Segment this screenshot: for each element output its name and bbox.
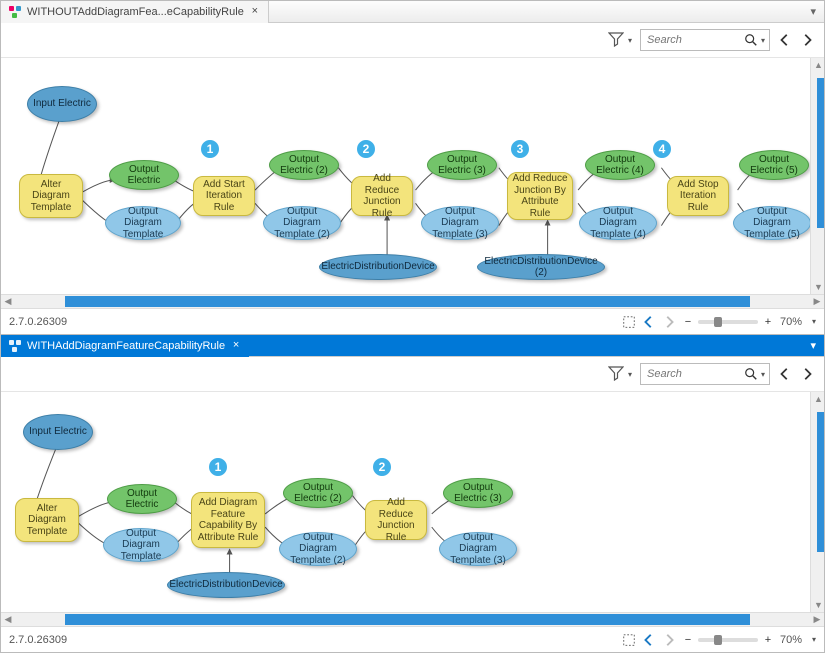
search-caret-icon[interactable]: ▾ [761, 36, 765, 45]
badge-2: 2 [371, 456, 393, 478]
search-icon[interactable] [744, 33, 758, 47]
history-back-icon[interactable] [642, 315, 656, 329]
zoom-caret-icon[interactable]: ▾ [812, 635, 816, 644]
canvas-outer-1: Input Electric Alter Diagram Template Ou… [1, 58, 824, 294]
fit-icon[interactable] [622, 315, 636, 329]
node-output-diagram-template-3[interactable]: Output Diagram Template (3) [421, 206, 499, 240]
tabbar-1: WITHOUTAddDiagramFea...eCapabilityRule ×… [1, 1, 824, 23]
diagram-canvas-1[interactable]: Input Electric Alter Diagram Template Ou… [1, 58, 824, 294]
node-rule-1[interactable]: Add Start Iteration Rule [193, 176, 255, 216]
toolbar-2: ▾ ▾ [1, 357, 824, 392]
node-edd[interactable]: ElectricDistributionDevice [319, 254, 437, 280]
node-output-diagram-template-2[interactable]: Output Diagram Template (2) [263, 206, 341, 240]
tab-without[interactable]: WITHOUTAddDiagramFea...eCapabilityRule × [1, 1, 269, 23]
node-input-electric[interactable]: Input Electric [23, 414, 93, 450]
badge-1: 1 [207, 456, 229, 478]
node-rule-3[interactable]: Add Reduce Junction By Attribute Rule [507, 172, 573, 220]
model-icon [9, 6, 21, 18]
search-caret-icon[interactable]: ▾ [761, 370, 765, 379]
tab-title: WITHAddDiagramFeatureCapabilityRule [27, 340, 225, 352]
node-output-electric-2[interactable]: Output Electric (2) [283, 478, 353, 508]
node-output-electric-3[interactable]: Output Electric (3) [427, 150, 497, 180]
zoom-out-icon[interactable]: − [682, 634, 694, 646]
tabbar-2: WITHAddDiagramFeatureCapabilityRule × ▾ [1, 335, 824, 357]
model-icon [9, 340, 21, 352]
badge-4: 4 [651, 138, 673, 160]
tabbar-chevron-down-icon[interactable]: ▾ [802, 339, 824, 352]
version-text: 2.7.0.26309 [9, 316, 67, 328]
nav-next-icon[interactable] [800, 33, 814, 47]
tabbar-chevron-down-icon[interactable]: ▾ [802, 5, 824, 18]
vscrollbar-1[interactable]: ▲ ▼ [810, 58, 824, 294]
node-output-electric-3[interactable]: Output Electric (3) [443, 478, 513, 508]
nav-next-icon[interactable] [800, 367, 814, 381]
node-output-diagram-template-2[interactable]: Output Diagram Template (2) [279, 532, 357, 566]
nav-prev-icon[interactable] [778, 367, 792, 381]
canvas-outer-2: Input Electric Alter Diagram Template Ou… [1, 392, 824, 612]
node-output-electric[interactable]: Output Electric [109, 160, 179, 190]
node-rule-2[interactable]: Add Reduce Junction Rule [351, 176, 413, 216]
diagram-canvas-2[interactable]: Input Electric Alter Diagram Template Ou… [1, 392, 824, 612]
hscrollbar-2[interactable]: ◀ ▶ [1, 612, 824, 626]
badge-3: 3 [509, 138, 531, 160]
hscrollbar-1[interactable]: ◀ ▶ [1, 294, 824, 308]
zoom-value: 70% [780, 316, 802, 328]
filter-caret-icon[interactable]: ▾ [628, 36, 632, 45]
search-icon[interactable] [744, 367, 758, 381]
node-output-diagram-template-3[interactable]: Output Diagram Template (3) [439, 532, 517, 566]
node-output-diagram-template-5[interactable]: Output Diagram Template (5) [733, 206, 811, 240]
funnel-icon [608, 365, 624, 381]
node-output-electric-4[interactable]: Output Electric (4) [585, 150, 655, 180]
nav-prev-icon[interactable] [778, 33, 792, 47]
close-icon[interactable]: × [250, 7, 260, 17]
filter-button[interactable] [608, 31, 624, 50]
node-edd-2[interactable]: ElectricDistributionDevice (2) [477, 254, 605, 280]
history-fwd-icon[interactable] [662, 633, 676, 647]
funnel-icon [608, 31, 624, 47]
zoom-in-icon[interactable]: + [762, 316, 774, 328]
node-input-electric[interactable]: Input Electric [27, 86, 97, 122]
zoom-control[interactable]: − + [682, 316, 774, 328]
zoom-control[interactable]: − + [682, 634, 774, 646]
node-rule-2[interactable]: Add Reduce Junction Rule [365, 500, 427, 540]
badge-2: 2 [355, 138, 377, 160]
search-input[interactable] [645, 33, 744, 47]
history-fwd-icon[interactable] [662, 315, 676, 329]
node-output-diagram-template-4[interactable]: Output Diagram Template (4) [579, 206, 657, 240]
tab-title: WITHOUTAddDiagramFea...eCapabilityRule [27, 6, 244, 18]
node-alter-template[interactable]: Alter Diagram Template [15, 498, 79, 542]
zoom-value: 70% [780, 634, 802, 646]
filter-caret-icon[interactable]: ▾ [628, 370, 632, 379]
filter-button[interactable] [608, 365, 624, 384]
tab-with[interactable]: WITHAddDiagramFeatureCapabilityRule × [1, 335, 249, 357]
search-box[interactable]: ▾ [640, 29, 770, 51]
node-output-electric[interactable]: Output Electric [107, 484, 177, 514]
pane-with: WITHAddDiagramFeatureCapabilityRule × ▾ … [1, 335, 824, 652]
zoom-in-icon[interactable]: + [762, 634, 774, 646]
node-output-electric-5[interactable]: Output Electric (5) [739, 150, 809, 180]
node-output-diagram-template[interactable]: Output Diagram Template [105, 206, 181, 240]
fit-icon[interactable] [622, 633, 636, 647]
node-output-diagram-template[interactable]: Output Diagram Template [103, 528, 179, 562]
history-back-icon[interactable] [642, 633, 656, 647]
node-output-electric-2[interactable]: Output Electric (2) [269, 150, 339, 180]
node-edd[interactable]: ElectricDistributionDevice [167, 572, 285, 598]
pane-without: WITHOUTAddDiagramFea...eCapabilityRule ×… [1, 1, 824, 335]
zoom-caret-icon[interactable]: ▾ [812, 317, 816, 326]
statusbar-1: 2.7.0.26309 − + 70% ▾ [1, 308, 824, 334]
toolbar-1: ▾ ▾ [1, 23, 824, 58]
search-box[interactable]: ▾ [640, 363, 770, 385]
zoom-out-icon[interactable]: − [682, 316, 694, 328]
node-rule-4[interactable]: Add Stop Iteration Rule [667, 176, 729, 216]
badge-1: 1 [199, 138, 221, 160]
vscrollbar-2[interactable]: ▲ ▼ [810, 392, 824, 612]
node-alter-template[interactable]: Alter Diagram Template [19, 174, 83, 218]
version-text: 2.7.0.26309 [9, 634, 67, 646]
node-rule-1[interactable]: Add Diagram Feature Capability By Attrib… [191, 492, 265, 548]
close-icon[interactable]: × [231, 341, 241, 351]
search-input[interactable] [645, 367, 744, 381]
statusbar-2: 2.7.0.26309 − + 70% ▾ [1, 626, 824, 652]
